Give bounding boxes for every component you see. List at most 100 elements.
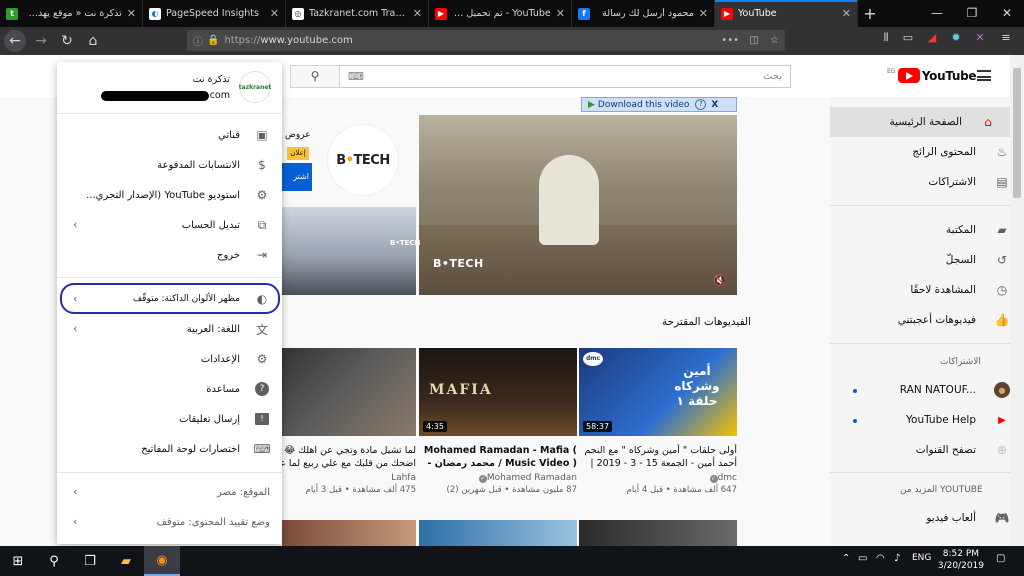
video-title[interactable]: أولى حلقات " أمين وشركاه " مع النجم أحمد… bbox=[579, 444, 737, 470]
bookmark-star-icon[interactable]: ☆ bbox=[770, 35, 779, 46]
new-tab-icon[interactable]: + bbox=[858, 0, 882, 27]
keyboard-icon[interactable]: ⌨ bbox=[348, 70, 364, 83]
menu-item-label: مساعدة bbox=[206, 383, 240, 395]
menu-item-my-channel[interactable]: قناتي ▣ bbox=[57, 120, 282, 150]
sidebar-item-subscriptions[interactable]: الاشتراكات ▤ bbox=[844, 167, 1010, 197]
close-tab-icon[interactable]: ✕ bbox=[699, 7, 708, 20]
ad-thumbnail[interactable]: B•TECH bbox=[282, 207, 420, 295]
menu-item-keyboard-shortcuts[interactable]: اختصارات لوحة المفاتيح ⌨ bbox=[57, 434, 282, 464]
video-card[interactable]: MAFIA 4:35 Mohamed Ramadan - Mafia ( Mus… bbox=[419, 348, 577, 495]
close-tab-icon[interactable]: ✕ bbox=[413, 7, 422, 20]
menu-item-youtube-studio[interactable]: استوديو YouTube (الإصدار التجري... ⚙ bbox=[57, 180, 282, 210]
tab-3[interactable]: ▶ YouTube - تم تحميل 1 من 1 ✕ bbox=[429, 0, 572, 27]
pocket-icon[interactable]: ◫ bbox=[750, 35, 759, 46]
close-tab-icon[interactable]: ✕ bbox=[127, 7, 136, 20]
ad-brand-logo[interactable]: B • TECH bbox=[328, 125, 398, 195]
sidebar-subscription-item[interactable]: RAN NATOUF... ● bbox=[844, 375, 1010, 405]
menu-item-sign-out[interactable]: خروج ⇥ bbox=[57, 240, 282, 270]
youtube-logo[interactable]: EG YouTube bbox=[887, 68, 977, 83]
sidebar-item-watch-later[interactable]: المشاهدة لاحقًا ◷ bbox=[844, 275, 1010, 305]
page-actions-icon[interactable]: ••• bbox=[721, 35, 739, 46]
tab-2[interactable]: ◎ Tazkranet.com Traffic, De ✕ bbox=[286, 0, 429, 27]
ad-title[interactable]: عروض bbox=[285, 130, 311, 140]
restore-icon[interactable]: ❐ bbox=[955, 0, 989, 27]
task-view-icon[interactable]: ❐ bbox=[72, 546, 108, 576]
search-icon[interactable]: ⚲ bbox=[36, 546, 72, 576]
help-icon[interactable]: ? bbox=[695, 99, 707, 110]
guide-menu-icon[interactable] bbox=[977, 70, 991, 81]
menu-item-label: إرسال تعليقات bbox=[179, 413, 240, 425]
close-tab-icon[interactable]: ✕ bbox=[556, 7, 565, 20]
url-bar[interactable]: ⓘ 🔒 https://www.youtube.com ••• ◫ ☆ bbox=[187, 30, 785, 51]
tab-1[interactable]: ◐ PageSpeed Insights ✕ bbox=[143, 0, 286, 27]
firefox-icon[interactable]: ◉ bbox=[144, 546, 180, 576]
browse-channels-icon: ⊕ bbox=[996, 443, 1008, 457]
sidebar-item-library[interactable]: المكتبة ▰ bbox=[844, 215, 1010, 245]
input-language[interactable]: ENG bbox=[912, 553, 931, 563]
sidebar-item-browse-channels[interactable]: تصفح القنوات ⊕ bbox=[844, 435, 1010, 465]
search-button[interactable]: ⚲ bbox=[290, 65, 340, 88]
back-arrow-icon[interactable]: ← bbox=[4, 30, 26, 52]
download-video-button[interactable]: Download this video bbox=[598, 100, 689, 110]
windows-start-icon[interactable]: ⊞ bbox=[0, 546, 36, 576]
sidebar-icon[interactable]: ▭ bbox=[900, 31, 916, 49]
video-title[interactable]: Mohamed Ramadan - Mafia ( Music Video ) … bbox=[419, 444, 577, 470]
sidebar-item-trending[interactable]: المحتوى الرائج ♨ bbox=[844, 137, 1010, 167]
network-icon[interactable]: ▭ bbox=[858, 553, 867, 564]
ad-buy-button[interactable]: اشتر bbox=[282, 163, 312, 191]
channel-name[interactable]: dmc✓ bbox=[579, 473, 737, 483]
menu-item-label: اختصارات لوحة المفاتيح bbox=[141, 443, 240, 455]
extension-gear-icon[interactable]: ✹ bbox=[948, 31, 964, 49]
menu-item-restricted-mode[interactable]: ‹ وضع تقييد المحتوى: متوقف bbox=[57, 507, 282, 537]
wifi-icon[interactable]: ◠ bbox=[876, 553, 885, 564]
scrollbar-thumb[interactable] bbox=[1013, 68, 1021, 198]
featured-ad-video[interactable]: B•TECH 🔇 bbox=[419, 115, 737, 295]
sidebar-item-home[interactable]: الصفحة الرئيسية ⌂ bbox=[830, 107, 1010, 137]
taskbar-clock[interactable]: 8:52 PM 3/20/2019 bbox=[938, 548, 984, 572]
notifications-icon[interactable]: ▢ bbox=[996, 553, 1005, 564]
sidebar-item-label: المحتوى الرائج bbox=[912, 146, 976, 158]
video-thumbnail[interactable] bbox=[282, 520, 416, 546]
sidebar-item-gaming[interactable]: ألعاب فيديو 🎮 bbox=[844, 503, 1010, 533]
close-icon[interactable]: X bbox=[711, 100, 718, 110]
video-thumbnail[interactable]: أمين وشركاه حلقة ١ dmc 58:37 bbox=[579, 348, 737, 436]
reload-icon[interactable]: ↻ bbox=[54, 28, 80, 54]
channel-name[interactable]: Mohamed Ramadan✓ bbox=[419, 473, 577, 483]
menu-item-switch-account[interactable]: ‹ تبديل الحساب ⧉ bbox=[57, 210, 282, 240]
tab-5-active[interactable]: ▶ YouTube ✕ bbox=[715, 0, 858, 27]
search-input[interactable]: ⌨ بحث bbox=[339, 65, 791, 88]
sidebar-item-history[interactable]: السجلّ ↺ bbox=[844, 245, 1010, 275]
forward-arrow-icon[interactable]: → bbox=[28, 28, 54, 54]
close-window-icon[interactable]: ✕ bbox=[990, 0, 1024, 27]
close-tab-icon[interactable]: ✕ bbox=[842, 7, 851, 20]
volume-icon[interactable]: ♪ bbox=[894, 553, 900, 564]
extension-x-icon[interactable]: ✕ bbox=[972, 31, 988, 49]
minimize-icon[interactable]: — bbox=[920, 0, 954, 27]
menu-item-paid-memberships[interactable]: الانتسابات المدفوعة $ bbox=[57, 150, 282, 180]
avatar[interactable]: tazkranet bbox=[239, 72, 271, 102]
menu-item-location[interactable]: ‹ الموقع: مصر bbox=[57, 477, 282, 507]
mute-icon[interactable]: 🔇 bbox=[713, 274, 727, 287]
video-card[interactable]: أمين وشركاه حلقة ١ dmc 58:37 أولى حلقات … bbox=[579, 348, 737, 495]
tab-favicon-icon: ▶ bbox=[721, 7, 733, 20]
menu-item-settings[interactable]: الإعدادات ⚙ bbox=[57, 344, 282, 374]
home-icon[interactable]: ⌂ bbox=[80, 28, 106, 54]
video-thumbnail[interactable] bbox=[579, 520, 737, 546]
menu-item-send-feedback[interactable]: إرسال تعليقات! bbox=[57, 404, 282, 434]
file-explorer-icon[interactable]: ▰ bbox=[108, 546, 144, 576]
close-tab-icon[interactable]: ✕ bbox=[270, 7, 279, 20]
tray-expand-icon[interactable]: ⌃ bbox=[842, 553, 850, 564]
tab-0[interactable]: t تذكرة نت « موقع يهدف لتـ ✕ bbox=[0, 0, 143, 27]
sidebar-subscription-item[interactable]: YouTube Help ▶ bbox=[844, 405, 1010, 435]
menu-item-help[interactable]: مساعدة? bbox=[57, 374, 282, 404]
menu-icon[interactable]: ≡ bbox=[998, 31, 1014, 49]
menu-item-language[interactable]: ‹ اللغة: العربية 文 bbox=[57, 314, 282, 344]
tab-4[interactable]: f محمود أرسل لك رسالة ✕ bbox=[572, 0, 715, 27]
video-thumbnail[interactable]: MAFIA 4:35 bbox=[419, 348, 577, 436]
video-thumbnail[interactable] bbox=[419, 520, 577, 546]
info-icon[interactable]: ⓘ bbox=[193, 33, 203, 48]
library-icon[interactable]: ⫴ bbox=[878, 31, 894, 49]
download-video-bar[interactable]: ▶ Download this video? X bbox=[581, 97, 737, 112]
sidebar-item-liked-videos[interactable]: فيديوهات أعجبتني 👍 bbox=[844, 305, 1010, 335]
extension-red-icon[interactable]: ◢ bbox=[924, 31, 940, 49]
